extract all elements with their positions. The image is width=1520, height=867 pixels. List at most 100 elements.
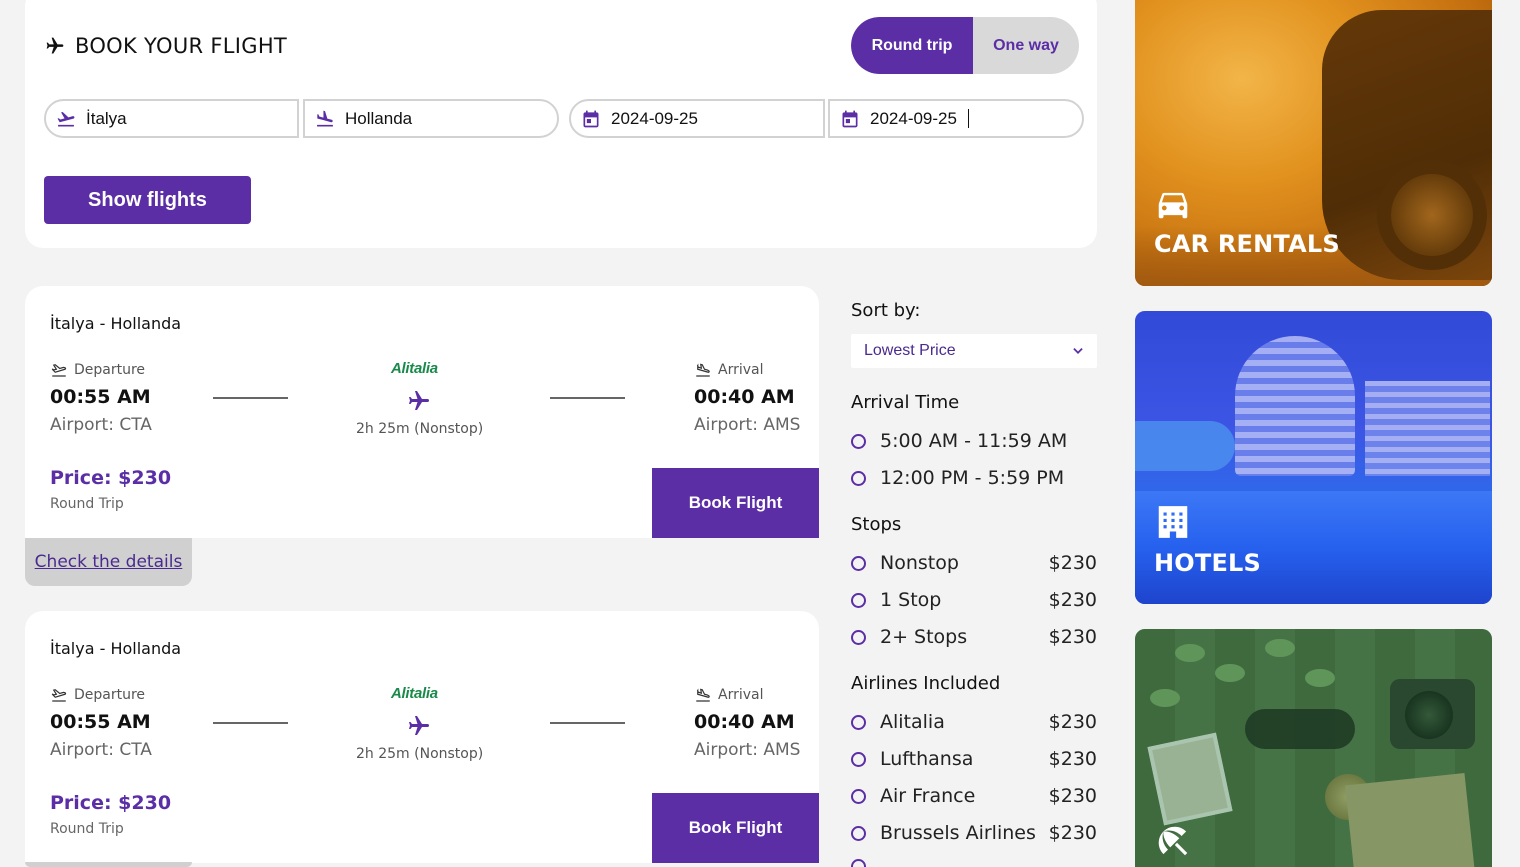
show-flights-button[interactable]: Show flights [44,176,251,224]
option-label: Nonstop [880,552,959,574]
radio-button[interactable] [851,555,866,571]
arrival-label-text: Arrival [718,687,764,703]
origin-field[interactable]: İtalya [44,99,299,138]
beach-umbrella-icon [1158,826,1188,856]
airline-option-partial[interactable] [851,859,1097,867]
option-price: $230 [1048,552,1097,574]
calendar-icon [842,110,858,127]
sort-select[interactable]: Lowest Price [851,334,1097,368]
booking-title-text: BOOK YOUR FLIGHT [75,34,288,58]
takeoff-icon [57,111,75,126]
option-label: Alitalia [880,711,945,733]
landing-icon [317,110,333,126]
origin-value: İtalya [86,108,127,128]
departure-airport: Airport: CTA [50,740,152,760]
option-label: 1 Stop [880,589,942,611]
travel-tile[interactable] [1135,629,1492,867]
book-flight-button[interactable]: Book Flight [652,793,819,863]
arrival-time-option[interactable]: 12:00 PM - 5:59 PM [851,467,1097,489]
car-rentals-label: CAR RENTALS [1154,230,1340,258]
radio-button[interactable] [851,751,866,767]
radio-button[interactable] [851,433,866,449]
return-date-value: 2024-09-25 [870,108,957,128]
option-label: 5:00 AM - 11:59 AM [880,430,1068,452]
arrival-icon [696,688,710,702]
departure-label: Departure [50,361,145,379]
arrival-label: Arrival [694,361,764,379]
arrival-time-option[interactable]: 5:00 AM - 11:59 AM [851,430,1097,452]
option-label: 12:00 PM - 5:59 PM [880,467,1065,489]
radio-button[interactable] [851,859,866,867]
radio-button[interactable] [851,714,866,730]
car-icon [1158,192,1188,219]
route-line [550,722,625,724]
hotel-icon [1158,506,1188,538]
destination-value: Hollanda [345,108,413,128]
departure-date-field[interactable]: 2024-09-25 [569,99,825,138]
departure-time: 00:55 AM [50,386,151,408]
arrival-time-heading: Arrival Time [851,392,960,413]
route-line [550,397,625,399]
flight-duration: 2h 25m (Nonstop) [356,746,484,762]
stops-option[interactable]: 1 Stop $230 [851,589,1097,611]
arrival-airport: Airport: AMS [694,415,801,435]
sort-value: Lowest Price [864,342,956,359]
departure-icon [51,364,67,377]
flight-route: İtalya - Hollanda [50,314,182,333]
check-details-link[interactable]: Check the details [25,538,192,586]
stops-option[interactable]: Nonstop $230 [851,552,1097,574]
airline-logo: Alitalia [391,360,438,377]
departure-time: 00:55 AM [50,711,151,733]
flight-card: İtalya - Hollanda Departure 00:55 AM Air… [25,286,819,538]
arrival-label-text: Arrival [718,362,764,378]
airline-logo: Alitalia [391,685,438,702]
radio-button[interactable] [851,825,866,841]
book-flight-button[interactable]: Book Flight [652,468,819,538]
trip-type: Round Trip [50,821,124,837]
sort-label: Sort by: [851,300,921,321]
round-trip-option[interactable]: Round trip [851,17,973,74]
airline-option[interactable]: Brussels Airlines $230 [851,822,1097,844]
airline-option[interactable]: Alitalia $230 [851,711,1097,733]
check-details-link[interactable] [25,862,192,867]
destination-field[interactable]: Hollanda [303,99,559,138]
flight-card: İtalya - Hollanda Departure 00:55 AM Air… [25,611,819,863]
car-rentals-tile[interactable]: CAR RENTALS [1135,0,1492,286]
arrival-airport: Airport: AMS [694,740,801,760]
radio-button[interactable] [851,788,866,804]
departure-airport: Airport: CTA [50,415,152,435]
radio-button[interactable] [851,592,866,608]
airlines-heading: Airlines Included [851,673,1001,694]
return-date-field[interactable]: 2024-09-25 [828,99,1084,138]
flight-price: Price: $230 [50,792,172,814]
departure-date-value: 2024-09-25 [611,108,698,128]
option-label: Brussels Airlines [880,822,1036,844]
booking-panel: BOOK YOUR FLIGHT Round trip One way İtal… [25,0,1097,248]
radio-button[interactable] [851,470,866,486]
flight-price: Price: $230 [50,467,172,489]
trip-type: Round Trip [50,496,124,512]
airline-option[interactable]: Lufthansa $230 [851,748,1097,770]
arrival-time: 00:40 AM [694,711,795,733]
arrival-label: Arrival [694,686,764,704]
flight-route: İtalya - Hollanda [50,639,182,658]
chevron-down-icon [1073,348,1083,354]
radio-button[interactable] [851,629,866,645]
text-cursor [967,109,969,128]
booking-title: BOOK YOUR FLIGHT [45,34,287,58]
departure-label-text: Departure [74,687,146,703]
option-price: $230 [1048,711,1097,733]
airplane-icon [409,716,429,735]
option-price: $230 [1048,822,1097,844]
hotels-tile[interactable]: HOTELS [1135,311,1492,604]
calendar-icon [583,110,599,127]
stops-option[interactable]: 2+ Stops $230 [851,626,1097,648]
arrival-icon [696,363,710,377]
option-price: $230 [1048,626,1097,648]
trip-type-toggle[interactable]: Round trip One way [851,17,1079,74]
airline-option[interactable]: Air France $230 [851,785,1097,807]
departure-label-text: Departure [74,362,146,378]
option-label: 2+ Stops [880,626,968,648]
one-way-option[interactable]: One way [973,17,1079,74]
option-label: Air France [880,785,976,807]
